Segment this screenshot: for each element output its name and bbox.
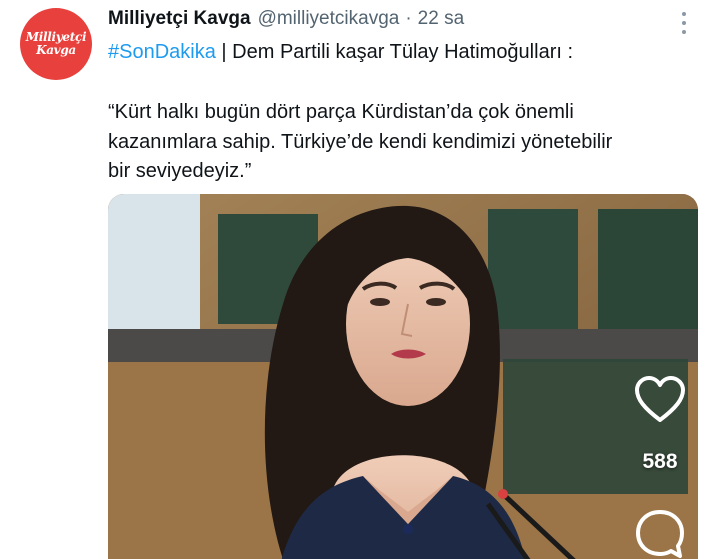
post-headline-line: #SonDakika | Dem Partili kaşar Tülay Hat… <box>108 40 573 64</box>
headline-divider: | <box>221 41 227 63</box>
like-count: 588 <box>642 450 678 473</box>
quote-line-1: “Kürt halkı bugün dört parça Kürdistan’d… <box>108 101 574 123</box>
speech-bubble-icon[interactable] <box>634 508 686 559</box>
heart-outline-icon[interactable] <box>634 376 686 424</box>
author-avatar[interactable]: Milliyetçi Kavga <box>20 8 92 80</box>
post-header: Milliyetçi Kavga @milliyetcikavga · 22 s… <box>108 8 464 34</box>
quote-line-3: bir seviyedeyiz.” <box>108 160 252 182</box>
post-headline: Dem Partili kaşar Tülay Hatimoğulları : <box>232 41 574 63</box>
author-display-name[interactable]: Milliyetçi Kavga <box>108 8 251 30</box>
photo-illustration <box>108 194 698 559</box>
quote-line-2: kazanımlara sahip. Türkiye’de kendi kend… <box>108 131 613 153</box>
header-separator: · <box>405 8 412 29</box>
author-handle[interactable]: @milliyetcikavga <box>258 8 400 30</box>
avatar-logo-line-2: Kavga <box>36 43 76 57</box>
hashtag-link[interactable]: #SonDakika <box>108 41 216 63</box>
post-timestamp[interactable]: 22 sa <box>418 8 464 30</box>
vertical-ellipsis-icon[interactable] <box>676 10 692 36</box>
post-photo[interactable] <box>108 194 698 559</box>
